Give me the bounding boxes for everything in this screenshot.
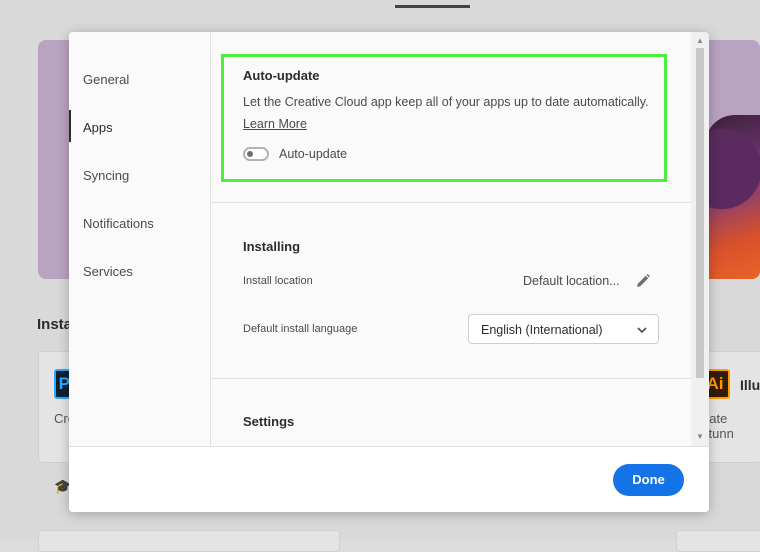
preferences-sidebar: General Apps Syncing Notifications Servi… (69, 32, 211, 446)
sidebar-item-services[interactable]: Services (83, 264, 133, 279)
bg-card-bottom-left (38, 530, 340, 552)
install-language-label: Default install language (243, 323, 358, 335)
install-language-value: English (International) (481, 323, 603, 337)
sidebar-item-general[interactable]: General (83, 72, 129, 87)
edit-pencil-icon[interactable] (635, 273, 651, 289)
auto-update-title: Auto-update (243, 68, 320, 83)
scroll-thumb[interactable] (696, 48, 704, 378)
auto-update-toggle[interactable] (243, 147, 269, 161)
scroll-down-arrow-icon[interactable]: ▼ (696, 432, 704, 441)
settings-title: Settings (243, 414, 295, 429)
auto-update-section: Auto-update Let the Creative Cloud app k… (211, 32, 691, 203)
illustrator-desc: eate stunn (702, 411, 734, 441)
illustrator-title: Illu (740, 377, 760, 393)
sidebar-item-apps[interactable]: Apps (83, 120, 113, 135)
preferences-content: Auto-update Let the Creative Cloud app k… (211, 32, 691, 446)
bg-card-bottom-right (676, 530, 760, 552)
dialog-footer: Done (69, 446, 709, 512)
install-location-value: Default location... (523, 274, 620, 288)
preferences-dialog: General Apps Syncing Notifications Servi… (69, 32, 709, 512)
auto-update-description: Let the Creative Cloud app keep all of y… (243, 95, 649, 109)
chevron-down-icon (637, 327, 647, 334)
banner-artwork (705, 115, 760, 279)
install-language-select[interactable]: English (International) (468, 314, 659, 344)
scroll-up-arrow-icon[interactable]: ▲ (696, 36, 704, 45)
content-scrollbar[interactable]: ▲ ▼ (691, 32, 709, 446)
installing-title: Installing (243, 239, 301, 254)
nav-active-indicator (69, 110, 71, 142)
toggle-knob (247, 151, 253, 157)
auto-update-toggle-label: Auto-update (279, 147, 348, 161)
sidebar-item-notifications[interactable]: Notifications (83, 216, 154, 231)
done-button[interactable]: Done (613, 464, 684, 496)
active-tab-indicator (395, 5, 470, 8)
background-section-heading: Insta (37, 316, 73, 333)
install-location-label: Install location (243, 275, 313, 287)
sidebar-item-syncing[interactable]: Syncing (83, 168, 129, 183)
learn-more-link[interactable]: Learn More (243, 117, 307, 131)
